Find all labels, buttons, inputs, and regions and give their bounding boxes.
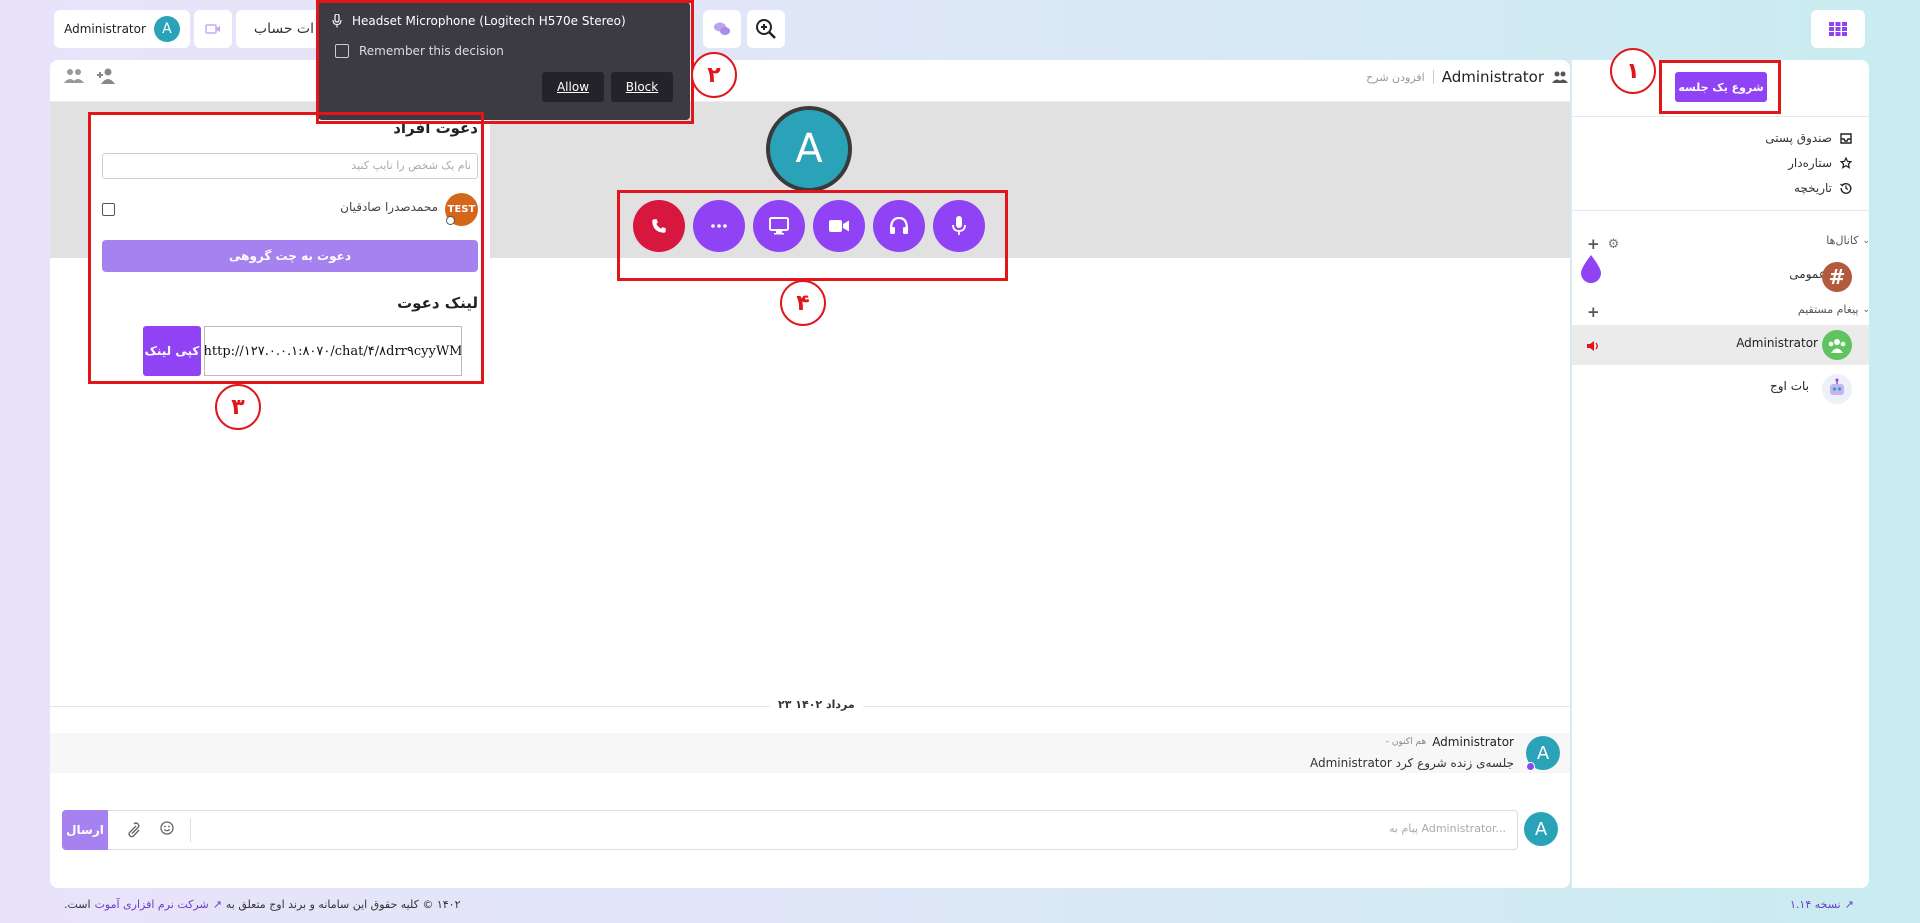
zoom-in-icon	[756, 19, 776, 39]
send-button[interactable]: ارسال	[62, 810, 108, 850]
dm-actions: +	[1587, 303, 1600, 321]
sidebar-divider	[1572, 116, 1869, 117]
sidebar-item-starred[interactable]: ستاره‌دار	[1788, 156, 1852, 170]
user-avatar: A	[153, 16, 180, 42]
hash-icon: #	[1822, 262, 1852, 292]
sidebar-item-history[interactable]: تاریخچه	[1794, 181, 1852, 195]
zoom-in-button[interactable]	[747, 10, 785, 48]
participant-avatar: A	[766, 106, 852, 192]
video-icon	[205, 24, 220, 34]
header-left-actions	[64, 68, 116, 84]
droplet-icon	[1581, 255, 1601, 283]
message-author[interactable]: Administrator	[1432, 735, 1514, 749]
user-chip[interactable]: Administrator A	[54, 10, 190, 48]
annotation-box-4	[617, 190, 1008, 281]
chat-title: Administrator	[1441, 68, 1544, 86]
chat-button[interactable]	[703, 10, 741, 48]
annotation-4: ۴	[780, 280, 826, 326]
grid-icon	[1829, 22, 1847, 36]
sidebar-item-inbox[interactable]: صندوق پستی	[1765, 131, 1852, 145]
account-settings-label: ات حساب	[253, 21, 314, 37]
annotation-1: ۱	[1610, 48, 1656, 94]
star-icon	[1840, 157, 1852, 169]
gear-icon[interactable]: ⚙	[1608, 237, 1620, 252]
dm-heading[interactable]: پیغام مستقیم ⌄	[1798, 303, 1870, 316]
annotation-box-1	[1659, 60, 1781, 114]
video-off-button[interactable]	[194, 10, 232, 48]
add-channel-icon[interactable]: +	[1587, 235, 1600, 253]
online-status-dot	[1526, 762, 1535, 771]
add-dm-icon[interactable]: +	[1587, 303, 1600, 321]
add-description-link[interactable]: افزودن شرح	[1366, 71, 1425, 84]
dm-heading-label: پیغام مستقیم	[1797, 303, 1859, 316]
external-link-icon: ↗	[1844, 898, 1854, 911]
sidebar-item-label: تاریخچه	[1793, 181, 1832, 195]
annotation-3: ۳	[215, 384, 261, 430]
sidebar-item-label: صندوق پستی	[1765, 131, 1832, 145]
message-composer	[62, 810, 1518, 850]
chat-title-group: افزودن شرح Administrator	[1366, 68, 1568, 86]
sidebar-item-general[interactable]: عمومی	[1789, 267, 1826, 281]
sidebar-item-label: ستاره‌دار	[1788, 156, 1832, 170]
version-label[interactable]: نسخه ۱.۱۴	[1790, 898, 1841, 911]
annotation-2: ۲	[691, 52, 737, 98]
sidebar-item-label: عمومی	[1789, 267, 1826, 281]
members-icon[interactable]	[64, 68, 84, 84]
message-input[interactable]: پیام به Administrator...	[1389, 822, 1506, 835]
copyright-prefix: ۱۴۰۲ © کلیه حقوق این سامانه و برند اوج م…	[225, 898, 461, 911]
bot-avatar-icon	[1822, 374, 1852, 404]
inbox-icon	[1840, 132, 1852, 144]
add-user-icon[interactable]	[96, 68, 116, 84]
channel-actions: + ⚙	[1587, 235, 1619, 253]
user-name: Administrator	[64, 22, 146, 36]
company-link[interactable]: شرکت نرم افزاری آموت	[95, 898, 209, 911]
channels-heading-label: کانال‌ها	[1826, 234, 1859, 247]
chat-header	[50, 60, 1570, 102]
chevron-down-icon: ⌄	[1862, 304, 1870, 315]
sidebar-divider	[1572, 210, 1869, 211]
account-settings-button[interactable]: ات حساب	[236, 10, 324, 48]
message-time: - هم اکنون	[1385, 737, 1427, 747]
external-link-icon: ↗	[212, 898, 222, 911]
sidebar-item-bot[interactable]: بات اوج	[1770, 379, 1809, 393]
composer-avatar: A	[1524, 812, 1558, 846]
channels-heading[interactable]: کانال‌ها ⌄	[1826, 234, 1870, 247]
copyright: ۱۴۰۲ © کلیه حقوق این سامانه و برند اوج م…	[64, 898, 461, 911]
version-link[interactable]: نسخه ۱.۱۴ ↗	[1790, 898, 1854, 911]
chevron-down-icon: ⌄	[1862, 235, 1870, 246]
message-meta: - هم اکنون Administrator	[1386, 735, 1514, 749]
group-avatar-icon	[1822, 330, 1852, 360]
chat-bubbles-icon	[714, 22, 730, 35]
annotation-box-2	[316, 0, 694, 124]
message-text: Administrator جلسه‌ی زنده شروع کرد	[1309, 756, 1514, 770]
composer-divider	[190, 818, 191, 842]
annotation-box-3	[88, 112, 484, 384]
history-icon	[1840, 183, 1852, 194]
attachment-icon[interactable]	[126, 822, 140, 838]
copyright-suffix: است.	[64, 898, 91, 911]
title-divider	[1432, 70, 1434, 84]
sidebar-item-administrator[interactable]: Administrator	[1736, 336, 1818, 350]
date-label: ۲۳ مرداد ۱۴۰۲	[770, 698, 863, 711]
apps-grid-button[interactable]	[1811, 10, 1865, 48]
group-icon	[1552, 71, 1568, 83]
emoji-icon[interactable]	[160, 821, 174, 835]
speaker-active-icon	[1587, 341, 1598, 351]
